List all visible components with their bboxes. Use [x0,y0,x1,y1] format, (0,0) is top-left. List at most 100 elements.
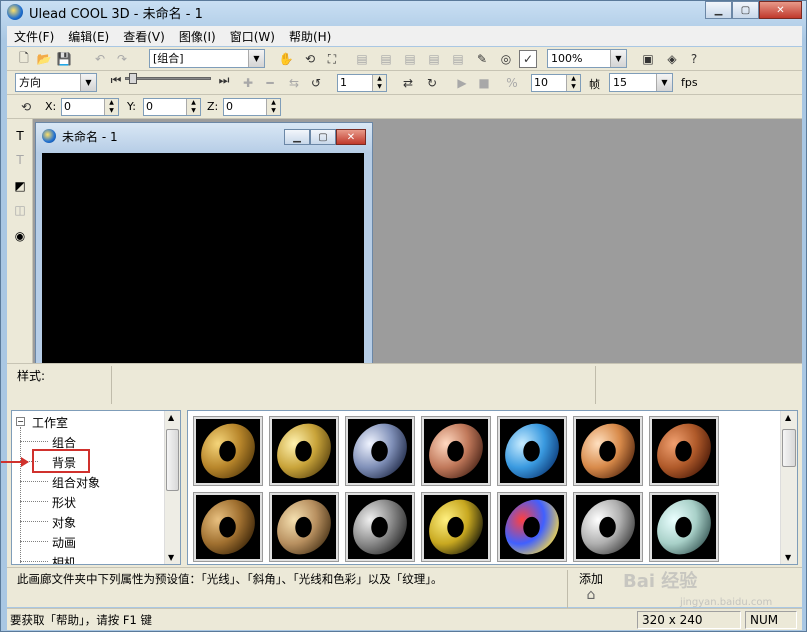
document-maximize-button[interactable]: ▢ [310,129,336,145]
tree-item-object[interactable]: 对象 [52,514,76,531]
document-title: 未命名 - 1 [62,129,118,144]
menu-view[interactable]: 查看(V) [116,28,172,45]
checkbox-view-icon[interactable]: ✓ [519,50,537,68]
render-canvas[interactable] [42,153,364,363]
gallery-thumbnail-spotted-gold[interactable] [269,491,339,563]
menu-edit[interactable]: 编辑(E) [61,28,116,45]
undo-icon[interactable]: ↶ [91,50,109,68]
minimize-button[interactable]: ▁ [705,1,732,19]
gallery-thumbnail-jade-glass[interactable] [649,491,719,563]
title-bar[interactable]: Ulead COOL 3D - 未命名 - 1 ▁ ▢ ✕ [1,1,806,23]
menu-file[interactable]: 文件(F) [7,28,61,45]
zoom-select[interactable]: 100% ▼ [547,49,627,68]
gallery-thumbnail-copper[interactable] [421,415,491,487]
insert-text-icon[interactable]: T [11,127,29,145]
collapse-icon[interactable]: − [16,417,25,426]
scroll-up-icon[interactable]: ▲ [168,413,174,422]
spin-icon[interactable]: ▲ ▼ [186,99,200,115]
edit-text-icon[interactable]: T [11,151,29,169]
gallery-thumbnail-gold-matte[interactable] [193,415,263,487]
open-folder-icon[interactable]: 📂 [35,50,53,68]
spin-icon[interactable]: ▲ ▼ [566,75,580,91]
play-icon[interactable]: ▶ [453,74,471,92]
spin-icon[interactable]: ▲ ▼ [372,75,386,91]
gallery-thumbnail-chrome-blue[interactable] [345,415,415,487]
gallery-thumbnail-checker-gray[interactable] [345,491,415,563]
timeline-slider[interactable] [125,77,211,80]
document-close-button[interactable]: ✕ [336,129,366,145]
resize-object-icon[interactable]: ⛶ [323,50,341,68]
add-button-label: 添加 [578,572,603,586]
edit-shape-icon[interactable]: ◫ [11,201,29,219]
spin-icon[interactable]: ▲ ▼ [104,99,118,115]
gallery-scroll-thumb[interactable] [782,429,796,467]
z-input[interactable]: 0 ▲ ▼ [223,98,281,116]
gallery-scrollbar[interactable]: ▲ ▼ [780,411,797,564]
x-input[interactable]: 0 ▲ ▼ [61,98,119,116]
frames-input[interactable]: 10 ▲ ▼ [531,74,581,92]
add-button[interactable]: 添加 ⌂ [573,570,609,604]
hand-icon[interactable]: ✋ [277,50,295,68]
new-file-icon[interactable]: 🗋 [15,50,33,68]
first-frame-icon[interactable]: ⏮ [107,71,125,89]
y-input[interactable]: 0 ▲ ▼ [143,98,201,116]
close-button[interactable]: ✕ [759,1,802,19]
gallery-thumbnail-silver[interactable] [573,491,643,563]
gallery-thumbnail-bronze-rough[interactable] [193,491,263,563]
tree-item-group-object[interactable]: 组合对象 [52,474,100,491]
menu-help[interactable]: 帮助(H) [282,28,338,45]
gallery-thumbnail-gold-shiny[interactable] [269,415,339,487]
tree-root[interactable]: 工作室 [32,414,68,431]
insert-shape-icon[interactable]: ◩ [11,177,29,195]
property-select[interactable]: 方向 ▼ [15,73,97,92]
document-title-bar[interactable]: 未命名 - 1 ▁ ▢ ✕ [36,123,372,149]
fps-select[interactable]: 15 ▼ [609,73,673,92]
rotate-object-icon[interactable]: ⟲ [301,50,319,68]
tree-item-animation[interactable]: 动画 [52,534,76,551]
gallery-thumbnail-blue-water[interactable] [497,415,567,487]
globe-icon[interactable]: ◎ [497,50,515,68]
reverse-icon[interactable]: ⇆ [285,74,303,92]
maximize-button[interactable]: ▢ [732,1,759,19]
document-minimize-button[interactable]: ▁ [284,129,310,145]
move-object-icon[interactable]: ⟲ [17,98,35,116]
last-frame-icon[interactable]: ⏭ [215,71,233,89]
align-right-icon[interactable]: ▤ [401,50,419,68]
remove-keyframe-icon[interactable]: ━ [261,74,279,92]
loop-play-icon[interactable]: ↻ [423,74,441,92]
object-select[interactable]: [组合] ▼ [149,49,265,68]
gallery-icon[interactable]: ▣ [639,50,657,68]
gallery-thumbnail-wood[interactable] [649,415,719,487]
percent-icon[interactable]: % [503,74,521,92]
gallery-thumbnail-multicolor[interactable] [497,491,567,563]
tree-item-shape[interactable]: 形状 [52,494,76,511]
frame-number-input[interactable]: 1 ▲ ▼ [337,74,387,92]
align-bottom-icon[interactable]: ▤ [449,50,467,68]
save-icon[interactable]: 💾 [55,50,73,68]
timeline-slider-thumb[interactable] [129,73,137,84]
tree-item-camera[interactable]: 相机 [52,554,76,564]
scroll-down-icon[interactable]: ▼ [168,553,174,562]
gallery-thumbnail-peach-ring[interactable] [573,415,643,487]
gallery-thumbnail-leopard[interactable] [421,491,491,563]
spin-icon[interactable]: ▲ ▼ [266,99,280,115]
light-icon[interactable]: ✎ [473,50,491,68]
redo-icon[interactable]: ↷ [113,50,131,68]
add-keyframe-icon[interactable]: ✚ [239,74,257,92]
ping-pong-icon[interactable]: ⇄ [399,74,417,92]
loop-icon[interactable]: ↺ [307,74,325,92]
scroll-up-icon[interactable]: ▲ [785,413,791,422]
context-help-icon[interactable]: ? [685,50,703,68]
align-left-icon[interactable]: ▤ [353,50,371,68]
align-top-icon[interactable]: ▤ [425,50,443,68]
stop-icon[interactable]: ■ [475,74,493,92]
tree-scroll-thumb[interactable] [166,429,179,491]
insert-geometry-icon[interactable]: ◉ [11,227,29,245]
palette-icon[interactable]: ◈ [663,50,681,68]
align-center-icon[interactable]: ▤ [377,50,395,68]
menu-image[interactable]: 图像(I) [172,28,223,45]
scroll-down-icon[interactable]: ▼ [785,553,791,562]
frames-value: 10 [534,76,548,89]
tree-scrollbar[interactable]: ▲ ▼ [164,411,180,564]
menu-window[interactable]: 窗口(W) [223,28,282,45]
